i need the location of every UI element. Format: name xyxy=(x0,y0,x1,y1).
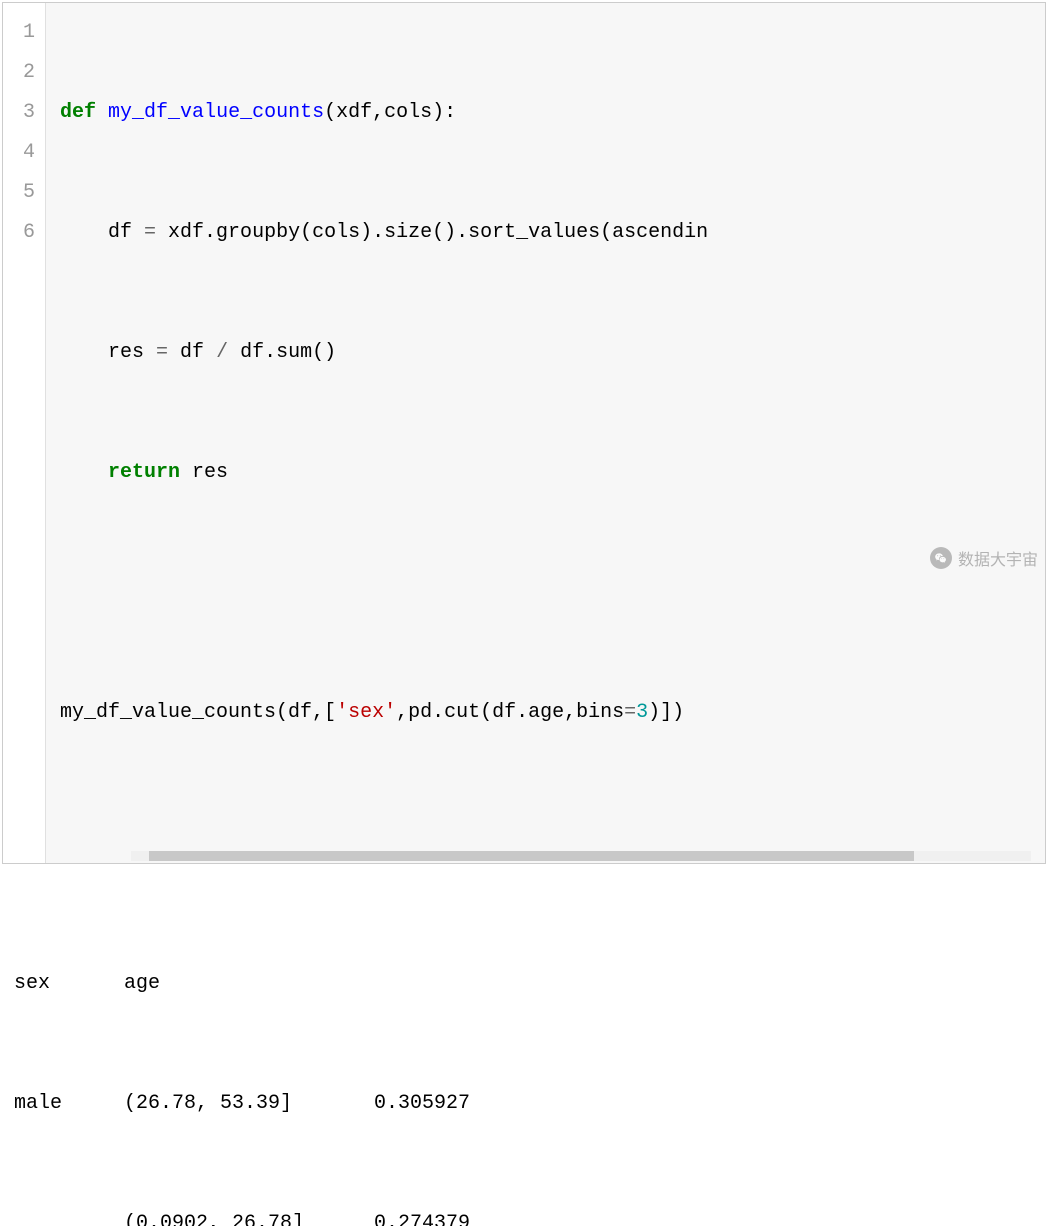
header-age: age xyxy=(124,964,374,1004)
line-number: 1 xyxy=(23,13,35,53)
line-number-gutter: 1 2 3 4 5 6 xyxy=(3,3,46,863)
operator: = xyxy=(144,221,156,244)
operator: = xyxy=(624,701,636,724)
line-number: 4 xyxy=(23,133,35,173)
indent xyxy=(60,461,108,484)
line-number: 2 xyxy=(23,53,35,93)
watermark-text: 数据大宇宙 xyxy=(958,546,1038,570)
code-line: return res xyxy=(60,453,1031,493)
function-name: my_df_value_counts xyxy=(108,101,324,124)
code-text: df.sum() xyxy=(228,341,336,364)
output-row: male(26.78, 53.39]0.305927 xyxy=(14,1084,1034,1124)
code-text: ,pd.cut(df.age,bins xyxy=(396,701,624,724)
code-text: df xyxy=(168,341,216,364)
code-line: def my_df_value_counts(xdf,cols): xyxy=(60,93,1031,133)
keyword-return: return xyxy=(108,461,180,484)
watermark: 数据大宇宙 xyxy=(930,546,1038,570)
output-row: (0.0902, 26.78]0.274379 xyxy=(14,1204,1034,1226)
cell-sex: male xyxy=(14,1084,124,1124)
code-line: df = xdf.groupby(cols).size().sort_value… xyxy=(60,213,1031,253)
wechat-icon xyxy=(930,547,952,569)
operator: / xyxy=(216,341,228,364)
line-number: 5 xyxy=(23,173,35,213)
cell-age: (26.78, 53.39] xyxy=(124,1084,374,1124)
scrollbar-thumb[interactable] xyxy=(149,851,914,861)
code-line: res = df / df.sum() xyxy=(60,333,1031,373)
params: (xdf,cols): xyxy=(324,101,456,124)
code-text: df xyxy=(60,221,144,244)
code-text: my_df_value_counts(df,[ xyxy=(60,701,336,724)
code-text: res xyxy=(180,461,228,484)
code-area[interactable]: def my_df_value_counts(xdf,cols): df = x… xyxy=(46,3,1045,863)
code-line xyxy=(60,573,1031,613)
line-number: 6 xyxy=(23,213,35,253)
header-sex: sex xyxy=(14,964,124,1004)
cell-age: (0.0902, 26.78] xyxy=(124,1204,374,1226)
code-text: xdf.groupby(cols).size().sort_values(asc… xyxy=(156,221,708,244)
number-literal: 3 xyxy=(636,701,648,724)
code-block: 1 2 3 4 5 6 def my_df_value_counts(xdf,c… xyxy=(2,2,1046,864)
code-text: res xyxy=(60,341,156,364)
output-area: sexage male(26.78, 53.39]0.305927 (0.090… xyxy=(0,864,1048,1226)
line-number: 3 xyxy=(23,93,35,133)
cell-value: 0.274379 xyxy=(374,1204,470,1226)
operator: = xyxy=(156,341,168,364)
code-line: my_df_value_counts(df,['sex',pd.cut(df.a… xyxy=(60,693,1031,733)
code-text: )]) xyxy=(648,701,684,724)
string-literal: 'sex' xyxy=(336,701,396,724)
keyword-def: def xyxy=(60,101,96,124)
cell-value: 0.305927 xyxy=(374,1084,470,1124)
output-header: sexage xyxy=(14,964,1034,1004)
horizontal-scrollbar[interactable] xyxy=(131,851,1031,861)
